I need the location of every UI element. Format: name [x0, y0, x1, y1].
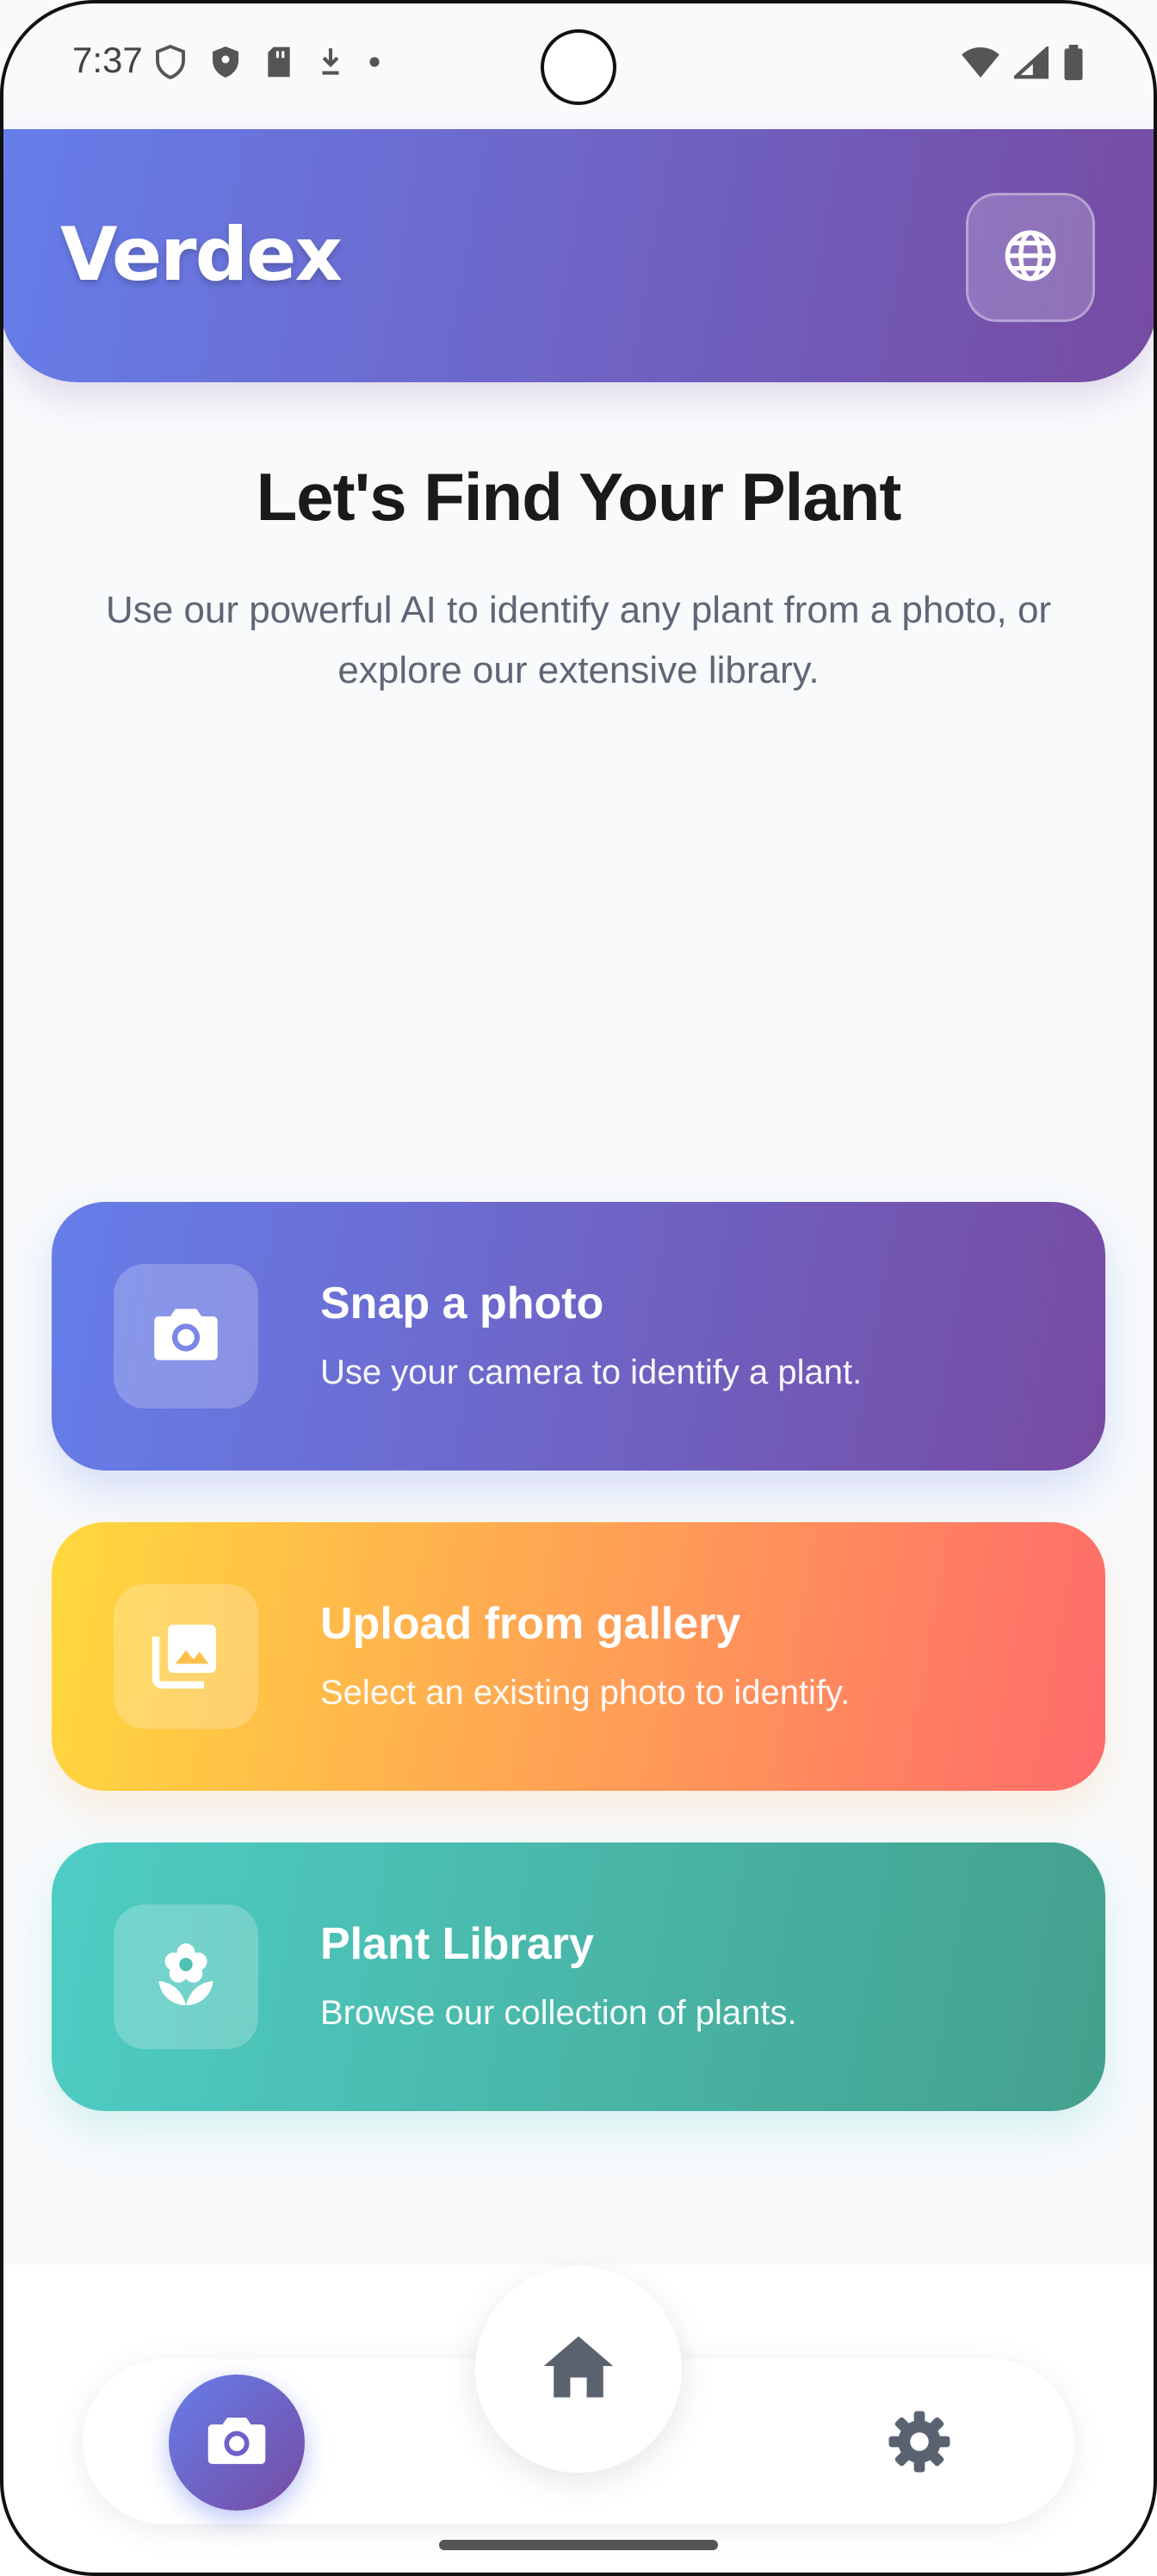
card-icon-box	[114, 1264, 258, 1409]
shield-filled-icon	[210, 45, 241, 84]
plant-library-card[interactable]: Plant Library Browse our collection of p…	[52, 1842, 1105, 2111]
camera-icon	[204, 2408, 269, 2478]
status-time: 7:37	[72, 40, 143, 80]
card-title: Upload from gallery	[320, 1599, 741, 1649]
dot-icon	[368, 56, 381, 72]
card-description: Use your camera to identify a plant.	[320, 1353, 863, 1391]
card-title: Plant Library	[320, 1919, 594, 1969]
hero-subtitle: Use our powerful AI to identify any plan…	[105, 589, 1052, 691]
card-description: Browse our collection of plants.	[320, 1994, 797, 2032]
globe-icon	[1003, 228, 1058, 288]
card-description: Select an existing photo to identify.	[320, 1674, 851, 1712]
card-icon-box	[114, 1584, 258, 1729]
app-header: Verdex	[0, 129, 1157, 382]
camera-icon	[150, 1298, 222, 1375]
battery-icon	[1062, 45, 1085, 85]
shield-outline-icon	[155, 44, 186, 84]
front-camera	[541, 29, 616, 105]
app-title: Verdex	[60, 212, 343, 298]
sd-card-icon	[265, 46, 293, 83]
wifi-icon	[961, 46, 1000, 84]
status-bar: 7:37	[0, 0, 1157, 129]
nav-settings-button[interactable]	[869, 2402, 969, 2485]
nav-camera-button[interactable]	[169, 2375, 305, 2511]
hero-title: Let's Find Your Plant	[256, 459, 902, 535]
download-icon	[317, 46, 344, 83]
status-system-icons	[961, 44, 1085, 85]
snap-photo-card[interactable]: Snap a photo Use your camera to identify…	[52, 1202, 1105, 1471]
flower-icon	[150, 1939, 222, 2016]
home-icon	[539, 2328, 618, 2412]
language-button[interactable]	[966, 193, 1095, 322]
gesture-handle[interactable]	[439, 2540, 718, 2550]
card-icon-box	[114, 1904, 258, 2049]
gear-icon	[887, 2409, 952, 2479]
upload-gallery-card[interactable]: Upload from gallery Select an existing p…	[52, 1522, 1105, 1791]
card-title: Snap a photo	[320, 1279, 604, 1328]
signal-icon	[1011, 44, 1049, 84]
gallery-icon	[150, 1619, 222, 1695]
nav-home-button[interactable]	[475, 2266, 682, 2473]
status-notification-icons	[155, 44, 381, 84]
